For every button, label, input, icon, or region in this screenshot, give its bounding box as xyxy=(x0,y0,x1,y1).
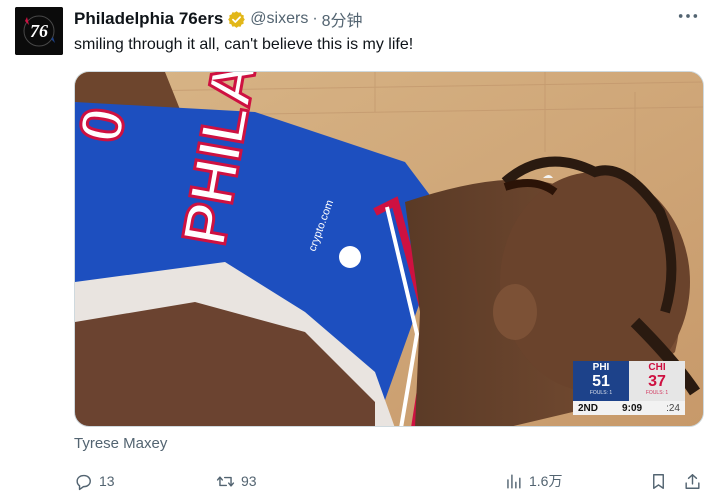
views-icon xyxy=(507,473,521,489)
timestamp[interactable]: 8分钟 xyxy=(322,7,363,31)
shot-clock: :24 xyxy=(666,402,680,414)
handle[interactable]: @sixers xyxy=(250,10,308,28)
game-clock: 9:09 xyxy=(622,402,643,414)
away-fouls: FOULS: 1 xyxy=(645,390,669,396)
bookmark-button[interactable] xyxy=(649,470,668,492)
tweet-header: Philadelphia 76ers @sixers · 8分钟 xyxy=(74,8,363,30)
svg-text:76: 76 xyxy=(30,21,48,41)
sixers-76-logo-icon: 76 xyxy=(15,7,63,55)
reply-count: 13 xyxy=(99,473,115,489)
game-clock-bar: 2ND 9:09 :24 xyxy=(573,401,685,415)
tweet-text: smiling through it all, can't believe th… xyxy=(74,36,414,53)
home-fouls: FOULS: 1 xyxy=(589,390,613,396)
reply-icon xyxy=(76,474,91,490)
bookmark-icon xyxy=(653,473,664,489)
home-team: PHI 51 FOULS: 1 xyxy=(573,361,629,401)
quarter: 2ND xyxy=(578,402,599,414)
views-button[interactable]: 1.6万 xyxy=(504,470,562,492)
reply-button[interactable]: 13 xyxy=(74,470,115,492)
display-name[interactable]: Philadelphia 76ers xyxy=(74,9,223,29)
avatar[interactable]: 76 xyxy=(15,7,63,55)
separator: · xyxy=(312,10,318,27)
tweet-media[interactable]: PHILA 0 crypto.com PHI 51 FOULS: 1 CHI 3… xyxy=(74,71,704,427)
more-dots-icon xyxy=(678,14,698,18)
away-score: 37 xyxy=(648,373,666,390)
repost-count: 93 xyxy=(241,473,257,489)
scoreboard: PHI 51 FOULS: 1 CHI 37 FOULS: 1 2ND 9:09… xyxy=(573,361,685,415)
home-score: 51 xyxy=(592,373,610,390)
away-team: CHI 37 FOULS: 1 xyxy=(629,361,685,401)
repost-icon xyxy=(216,475,235,487)
share-icon xyxy=(685,473,700,489)
more-options-button[interactable] xyxy=(674,6,702,26)
views-count: 1.6万 xyxy=(529,473,563,489)
repost-button[interactable]: 93 xyxy=(216,470,257,492)
tweet-actions: 13 93 1.6万 xyxy=(74,470,704,492)
verified-badge-icon[interactable] xyxy=(227,10,246,29)
share-button[interactable] xyxy=(683,470,702,492)
media-caption: Tyrese Maxey xyxy=(74,435,168,452)
